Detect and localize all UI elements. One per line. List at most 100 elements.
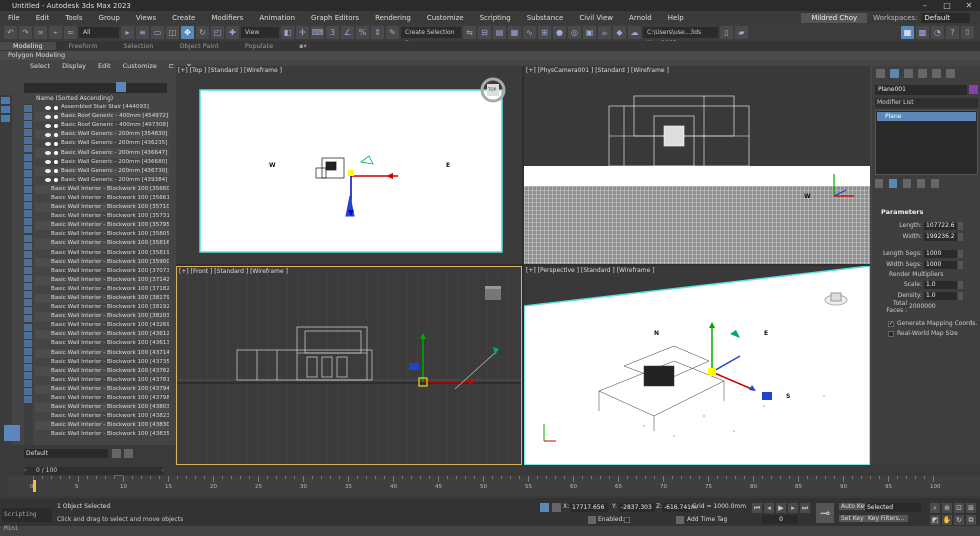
project-path-field[interactable]: C:\Users\use...3ds Max 2023 bbox=[643, 27, 718, 47]
hierarchy-tab-icon[interactable] bbox=[904, 68, 913, 78]
modify-tab-icon[interactable] bbox=[890, 68, 899, 78]
motion-tab-icon[interactable] bbox=[918, 68, 927, 78]
list-item[interactable]: Basic Wall Interior - Blockwork 100 [382… bbox=[35, 312, 169, 322]
render-dot-icon[interactable] bbox=[54, 169, 58, 174]
list-item[interactable]: Assembled Stair Stair [444093] bbox=[35, 103, 169, 112]
create-tab-icon[interactable] bbox=[876, 68, 885, 78]
enabled-checkbox[interactable] bbox=[624, 517, 630, 523]
list-item[interactable]: Basic Wall Interior - Blockwork 100 [358… bbox=[35, 239, 169, 249]
set-key-icon[interactable]: ⊸ bbox=[816, 503, 834, 523]
selection-lock-icon[interactable] bbox=[552, 503, 561, 512]
mirror-icon[interactable]: ⇋ bbox=[463, 26, 476, 39]
list-item[interactable]: Basic Wall Interior - Blockwork 100 [436… bbox=[35, 330, 169, 340]
filter-icon[interactable] bbox=[116, 82, 126, 92]
list-item[interactable]: Basic Wall Interior - Blockwork 100 [437… bbox=[35, 366, 169, 376]
filter-groups-icon[interactable] bbox=[24, 153, 32, 161]
ribbon-tab-freeform[interactable]: Freeform bbox=[56, 42, 111, 50]
list-item[interactable]: Basic Wall Interior - Blockwork 100 [356… bbox=[35, 194, 169, 203]
filter-sync-icon[interactable] bbox=[24, 250, 32, 258]
x-coord-input[interactable]: 17717.656 bbox=[570, 503, 608, 512]
explorer-tab-select[interactable]: Select bbox=[24, 62, 56, 70]
layer-stack-icon[interactable] bbox=[112, 449, 121, 458]
render-dot-icon[interactable] bbox=[54, 114, 58, 119]
redo-icon[interactable]: ↷ bbox=[19, 26, 32, 39]
rect-selection-icon[interactable]: ▭ bbox=[151, 26, 164, 39]
generate-mapping-checkbox[interactable]: ✓ Generate Mapping Coords. bbox=[888, 320, 977, 327]
list-item[interactable]: Basic Wall Interior - Blockwork 100 [438… bbox=[35, 412, 169, 421]
menu-rendering[interactable]: Rendering bbox=[367, 14, 419, 22]
make-unique-icon[interactable] bbox=[903, 179, 911, 188]
share-icon[interactable]: ⇧ bbox=[961, 26, 974, 39]
filter-cameras-icon[interactable] bbox=[24, 129, 32, 137]
explorer-tab-edit[interactable]: Edit bbox=[92, 62, 117, 70]
visibility-eye-icon[interactable] bbox=[45, 178, 51, 183]
menu-file[interactable]: File bbox=[0, 14, 28, 22]
workspace-select[interactable]: Default bbox=[921, 12, 970, 23]
render-dot-icon[interactable] bbox=[54, 123, 58, 128]
track-bar[interactable]: 0 5 10 15 20 25 30 35 40 45 50 55 60 65 70 75 80 85 90 95 10… bbox=[8, 476, 980, 496]
list-item[interactable]: Basic Wall Generic - 200mm [436730] bbox=[35, 166, 169, 176]
object-name-field[interactable]: Plane001 bbox=[875, 85, 967, 95]
render-dot-icon[interactable] bbox=[54, 141, 58, 146]
select-object-icon[interactable]: ▸ bbox=[121, 26, 134, 39]
list-item[interactable]: Basic Wall Interior - Blockwork 100 [437… bbox=[35, 358, 169, 367]
filter-extra-4-icon[interactable] bbox=[24, 291, 32, 299]
explorer-tab-customize[interactable]: Customize bbox=[117, 62, 163, 70]
visibility-eye-icon[interactable] bbox=[45, 132, 51, 137]
save-view-icon[interactable]: ▦ bbox=[901, 26, 914, 39]
viewcube-top[interactable]: TOP bbox=[488, 87, 496, 92]
viewport-perspective[interactable]: [+] [Perspective ] [Standard ] [Wirefram… bbox=[524, 266, 870, 465]
modifier-list-select[interactable]: Modifier List bbox=[875, 98, 978, 108]
explorer-search-input[interactable] bbox=[24, 83, 167, 93]
zoom-extents-icon[interactable]: ⊡ bbox=[954, 503, 964, 513]
filter-extra-6-icon[interactable] bbox=[24, 307, 32, 315]
list-item[interactable]: Basic Wall Generic - 200mm [354830] bbox=[35, 130, 169, 140]
viewport-camera[interactable]: [+] [PhysCamera001 ] [Standard ] [Wirefr… bbox=[524, 66, 870, 264]
add-time-tag[interactable]: Add Time Tag bbox=[687, 516, 727, 523]
key-mode-select[interactable]: Selected bbox=[865, 503, 921, 512]
viewport-camera-label[interactable]: [+] [PhysCamera001 ] [Standard ] [Wirefr… bbox=[526, 67, 669, 74]
menu-scripting[interactable]: Scripting bbox=[472, 14, 519, 22]
isolate-selection-icon[interactable] bbox=[540, 503, 549, 512]
viewport-front-label[interactable]: [+] [Front ] [Standard ] [Wireframe ] bbox=[179, 268, 288, 275]
filter-extra-13-icon[interactable] bbox=[24, 364, 32, 371]
select-by-name-icon[interactable]: ≡ bbox=[136, 26, 149, 39]
layer-explorer-icon[interactable]: ▤ bbox=[493, 26, 506, 39]
real-world-map-size-checkbox[interactable]: Real-World Map Size bbox=[888, 330, 958, 337]
list-item[interactable]: Basic Wall Generic - 200mm [436647] bbox=[35, 148, 169, 158]
viewport-front[interactable]: [+] [Front ] [Standard ] [Wireframe ] bbox=[176, 266, 522, 465]
menu-edit[interactable]: Edit bbox=[28, 14, 58, 22]
length-input[interactable]: 107722.6 bbox=[924, 221, 957, 230]
manipulate-icon[interactable]: ✛ bbox=[296, 26, 309, 39]
remove-modifier-icon[interactable] bbox=[917, 179, 925, 188]
render-dot-icon[interactable] bbox=[54, 151, 58, 156]
scene-explorer-icon[interactable]: ▦ bbox=[508, 26, 521, 39]
window-crossing-icon[interactable]: ◫ bbox=[166, 26, 179, 39]
width-input[interactable]: 199236.2 bbox=[924, 232, 957, 241]
filter-warps-icon[interactable] bbox=[24, 145, 32, 153]
list-item[interactable]: Basic Wall Interior - Blockwork 100 [358… bbox=[35, 249, 169, 258]
named-selection-set-select[interactable]: Create Selection Se bbox=[401, 27, 461, 47]
ribbon-tab-selection[interactable]: Selection bbox=[111, 42, 167, 50]
display-tab-icon[interactable] bbox=[932, 68, 941, 78]
set-key-button[interactable]: Set Key bbox=[839, 515, 866, 522]
reference-coord-select[interactable]: View bbox=[241, 27, 279, 38]
angle-snap-icon[interactable]: ∠ bbox=[341, 26, 354, 39]
list-item[interactable]: Basic Wall Interior - Blockwork 100 [381… bbox=[35, 303, 169, 312]
render-dot-icon[interactable] bbox=[54, 132, 58, 137]
filter-materials-icon[interactable] bbox=[24, 234, 32, 242]
utilities-tab-icon[interactable] bbox=[946, 68, 955, 78]
menu-views[interactable]: Views bbox=[128, 14, 164, 22]
visibility-eye-icon[interactable] bbox=[45, 105, 51, 110]
zoom-icon[interactable]: ⌕ bbox=[930, 503, 940, 513]
list-item[interactable]: Basic Wall Generic - 200mm [436235] bbox=[35, 139, 169, 148]
ribbon-tab-modeling[interactable]: Modeling bbox=[0, 42, 56, 50]
filter-none-icon[interactable] bbox=[24, 210, 32, 218]
filter-hidden-icon[interactable] bbox=[24, 194, 32, 202]
help-icon[interactable]: ? bbox=[946, 26, 959, 39]
zoom-all-icon[interactable]: ⊕ bbox=[942, 503, 952, 513]
list-item[interactable]: Basic Wall Interior - Blockwork 100 [437… bbox=[35, 394, 169, 403]
filter-extra-5-icon[interactable] bbox=[24, 299, 32, 307]
filter-extra-2-icon[interactable] bbox=[24, 274, 32, 282]
field-of-view-icon[interactable]: ◩ bbox=[930, 515, 940, 525]
